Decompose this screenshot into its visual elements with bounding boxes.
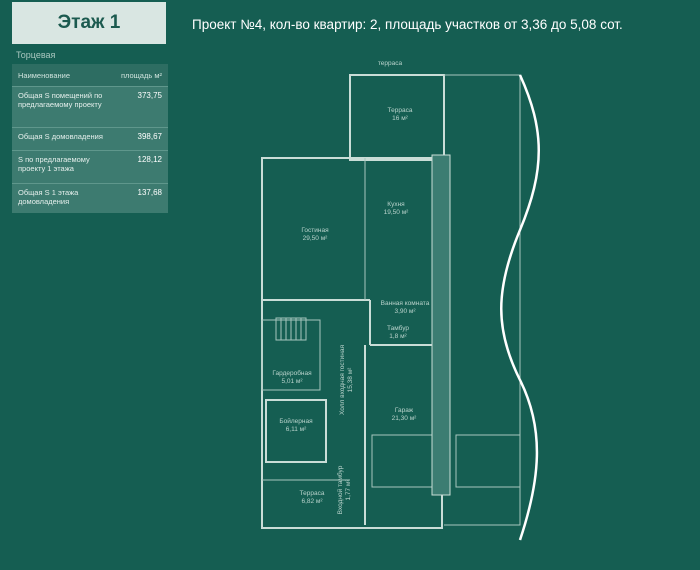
room-garage-area: 21,30 м² bbox=[392, 415, 418, 422]
room-wardrobe-area: 5,01 м² bbox=[281, 378, 303, 385]
outer-wall bbox=[261, 157, 443, 529]
room-terrace-top-area: 16 м² bbox=[392, 115, 409, 122]
adjacent-garage-car-space bbox=[455, 434, 521, 488]
room-terrace-bottom-area: 6,82 м² bbox=[301, 498, 323, 505]
room-terrace-top-name: Терраса bbox=[388, 107, 413, 114]
plan-top-label: терраса bbox=[378, 60, 403, 67]
room-boiler-area: 6,11 м² bbox=[286, 426, 307, 433]
room-living-area: 29,50 м² bbox=[303, 235, 329, 242]
room-vestibule-small-area: 1,8 м² bbox=[389, 333, 407, 340]
room-hall-area: 15,38 м² bbox=[347, 367, 354, 393]
room-vestibule-small-name: Тамбур bbox=[387, 324, 409, 332]
room-bathroom-area: 3,90 м² bbox=[394, 308, 416, 315]
room-kitchen-area: 19,50 м² bbox=[384, 209, 410, 216]
room-entrance-vestibule-name: Входной тамбур bbox=[336, 465, 344, 514]
staircase bbox=[275, 317, 307, 341]
room-wardrobe-name: Гардеробная bbox=[272, 369, 312, 377]
floor-plan: терраса Терраса 16 м² Кухня 19,50 м² Гос… bbox=[261, 60, 540, 541]
room-entrance-vestibule-area: 1,77 м² bbox=[345, 479, 352, 501]
room-kitchen-name: Кухня bbox=[387, 201, 405, 208]
room-terrace-bottom-name: Терраса bbox=[300, 490, 325, 497]
room-living-name: Гостиная bbox=[301, 227, 329, 234]
room-boiler-name: Бойлерная bbox=[279, 417, 313, 425]
room-hall-name: Холл входная гостиная bbox=[339, 345, 346, 415]
room-garage-name: Гараж bbox=[395, 407, 414, 414]
adjacent-unit-outline bbox=[444, 74, 521, 526]
party-wall bbox=[431, 154, 451, 496]
room-bathroom-name: Ванная комната bbox=[381, 300, 430, 307]
